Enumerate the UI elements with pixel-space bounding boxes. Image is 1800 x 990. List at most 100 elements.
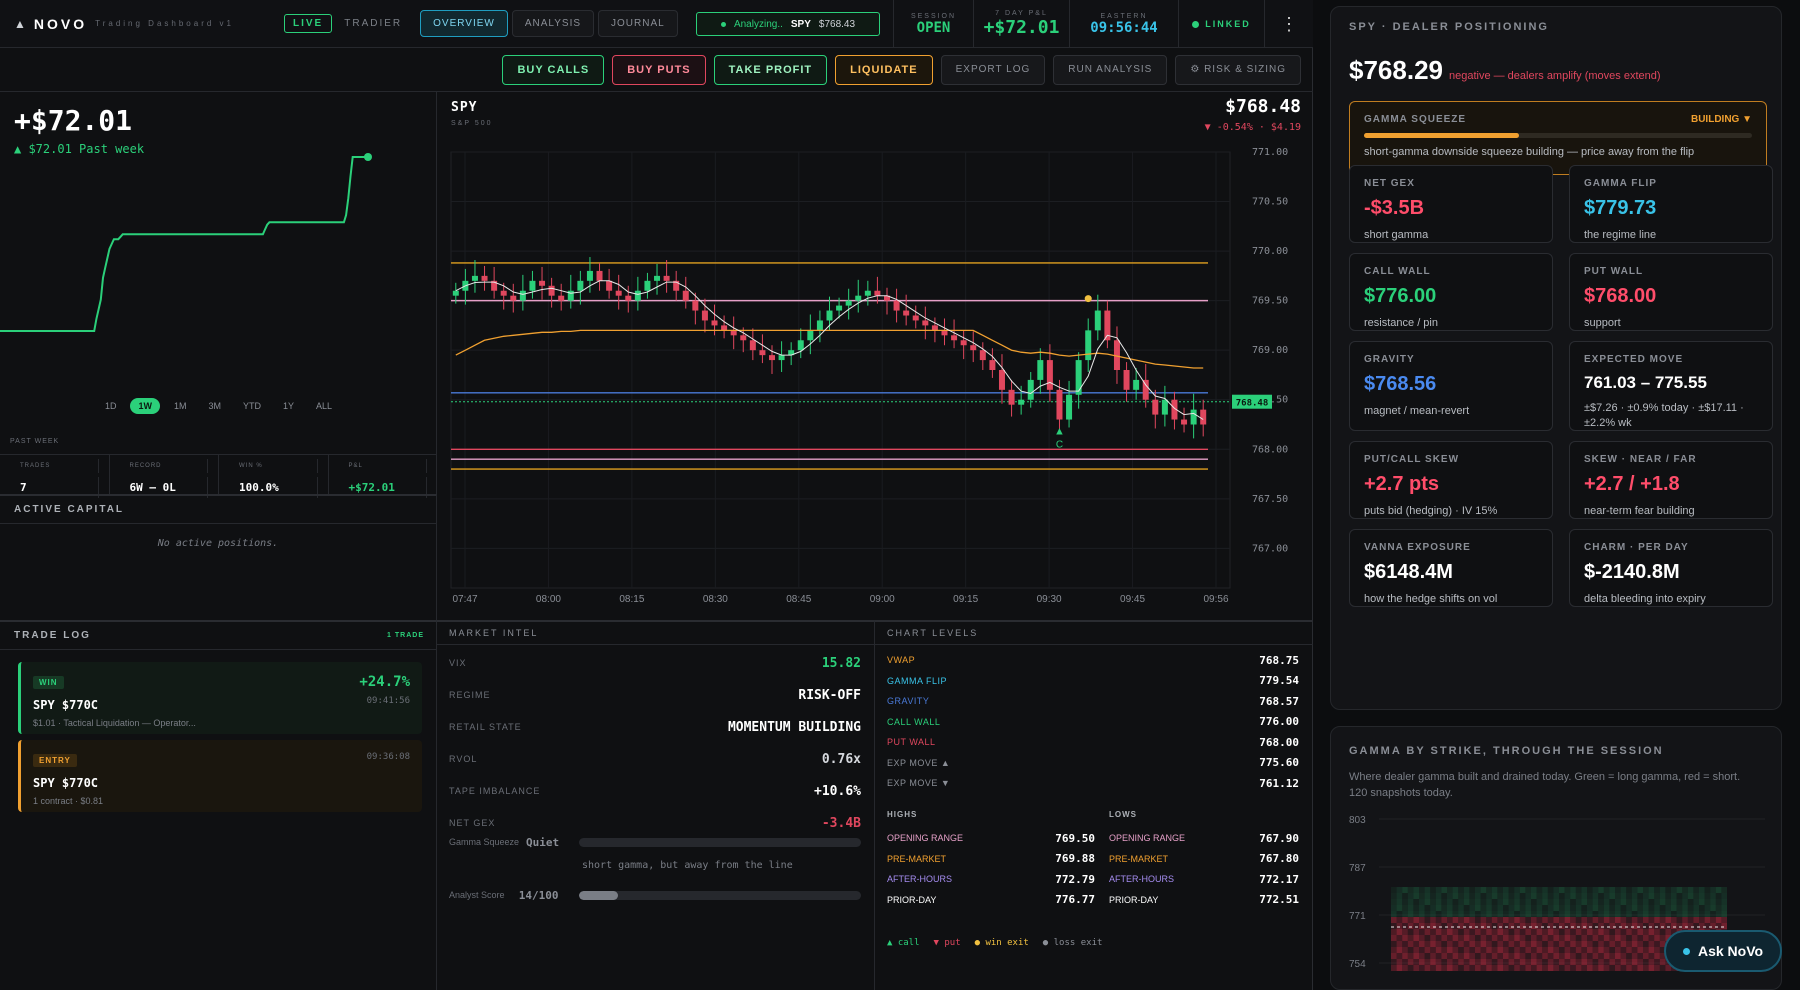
take-profit-button[interactable]: TAKE PROFIT <box>713 54 828 85</box>
heat-cell <box>1536 959 1543 965</box>
heat-cell <box>1458 887 1464 893</box>
dealer-price: $768.29 <box>1349 55 1443 85</box>
tab-overview[interactable]: OVERVIEW <box>420 10 508 37</box>
heat-cell <box>1559 923 1565 929</box>
heat-cell <box>1396 959 1403 965</box>
heat-cell <box>1648 893 1655 899</box>
heat-cell <box>1491 905 1498 911</box>
range-all-button[interactable]: ALL <box>308 398 340 414</box>
range-1m-button[interactable]: 1M <box>166 398 195 414</box>
heat-cell <box>1603 887 1610 893</box>
heat-cell <box>1525 941 1531 947</box>
x-tick-label: 08:45 <box>786 594 811 605</box>
heat-cell <box>1441 887 1447 893</box>
heat-cell <box>1419 911 1425 917</box>
tab-analysis[interactable]: ANALYSIS <box>511 10 595 37</box>
tab-journal[interactable]: JOURNAL <box>598 10 678 37</box>
heat-cell <box>1452 917 1459 923</box>
gamma-squeeze-row: Gamma Squeeze Quiet <box>449 827 861 857</box>
risk-sizing-button[interactable]: ⚙ RISK & SIZING <box>1175 54 1301 85</box>
candle-body <box>893 300 900 311</box>
heat-cell <box>1615 935 1621 941</box>
heat-cell <box>1654 917 1660 923</box>
heat-cell <box>1435 953 1442 959</box>
highs-row: PRE-MARKET 769.88 <box>887 849 1095 869</box>
export-log-button[interactable]: EXPORT LOG <box>940 54 1046 85</box>
heat-cell <box>1419 923 1425 929</box>
entry-chip: ENTRY <box>33 754 77 767</box>
range-ytd-button[interactable]: YTD <box>235 398 269 414</box>
trade-card-win[interactable]: WIN +24.7% 09:41:56 SPY $770C $1.01 · Ta… <box>18 662 422 734</box>
heat-cell <box>1514 947 1520 953</box>
heat-cell <box>1547 917 1554 923</box>
heat-cell <box>1508 911 1515 917</box>
candle-body <box>529 280 536 291</box>
heat-cell <box>1648 911 1655 917</box>
range-3m-button[interactable]: 3M <box>200 398 229 414</box>
buy-calls-button[interactable]: BUY CALLS <box>502 54 605 85</box>
level-value: 768.75 <box>1259 653 1299 667</box>
app-subtitle: Trading Dashboard v1 <box>95 19 234 28</box>
heat-cell <box>1564 947 1571 953</box>
heat-cell <box>1531 947 1537 953</box>
heat-cell <box>1430 899 1436 905</box>
heat-cell <box>1542 905 1548 911</box>
range-1y-button[interactable]: 1Y <box>275 398 302 414</box>
heat-cell <box>1687 899 1694 905</box>
candlestick-chart[interactable]: 771.00770.50770.00769.50769.00768.50768.… <box>437 140 1313 620</box>
level-value: 767.80 <box>1259 852 1299 865</box>
heat-cell <box>1391 941 1397 947</box>
candle-body <box>519 290 526 301</box>
liquidate-button[interactable]: LIQUIDATE <box>835 54 933 85</box>
heat-cell <box>1391 917 1397 923</box>
heat-cell <box>1519 899 1526 905</box>
range-1w-button[interactable]: 1W <box>130 398 160 414</box>
heat-cell <box>1435 935 1442 941</box>
heat-cell <box>1721 923 1727 929</box>
heat-cell <box>1463 905 1470 911</box>
top-bar: ▲ NOVO Trading Dashboard v1 LIVE TRADIER… <box>0 0 1313 48</box>
heat-cell <box>1402 887 1408 893</box>
heat-cell <box>1419 905 1425 911</box>
buy-puts-button[interactable]: BUY PUTS <box>612 54 706 85</box>
heat-cell <box>1704 917 1711 923</box>
heat-cell <box>1637 941 1643 947</box>
heat-cell <box>1514 935 1520 941</box>
trade-card-entry[interactable]: ENTRY 09:36:08 SPY $770C 1 contract · $0… <box>18 740 422 812</box>
heat-cell <box>1615 947 1621 953</box>
heat-cell <box>1581 941 1587 947</box>
heat-cell <box>1491 917 1498 923</box>
range-1d-button[interactable]: 1D <box>97 398 125 414</box>
menu-kebab-icon[interactable]: ⋮ <box>1264 0 1313 48</box>
heat-cell <box>1486 947 1492 953</box>
run-analysis-button[interactable]: RUN ANALYSIS <box>1053 54 1168 85</box>
heat-cell <box>1469 905 1475 911</box>
level-row: GRAVITY 768.57 <box>887 691 1299 711</box>
heat-cell <box>1508 935 1515 941</box>
analyzing-status[interactable]: Analyzing.. SPY $768.43 <box>696 12 880 36</box>
level-key: CALL WALL <box>887 716 941 727</box>
heat-cell <box>1407 905 1414 911</box>
heat-cell <box>1631 905 1638 911</box>
pnl7-stat: 7 DAY P&L +$72.01 <box>973 0 1069 48</box>
heat-cell <box>1419 899 1425 905</box>
metric-value: $6148.4M <box>1364 561 1453 583</box>
heat-cell <box>1469 941 1475 947</box>
heat-cell <box>1413 947 1419 953</box>
market-intel-title: MARKET INTEL <box>437 622 874 645</box>
heat-cell <box>1424 953 1431 959</box>
candle-body <box>836 305 843 311</box>
heat-cell <box>1441 905 1447 911</box>
level-value: 769.88 <box>1055 852 1095 865</box>
heat-cell <box>1519 959 1526 965</box>
trade-ticker: SPY $770C <box>33 698 99 712</box>
trade-ticker: SPY $770C <box>33 776 99 790</box>
heat-cell <box>1609 929 1615 935</box>
heat-cell <box>1458 923 1464 929</box>
trade-return: +24.7% <box>359 674 410 690</box>
ask-novo-button[interactable]: Ask NoVo <box>1664 930 1782 972</box>
heat-cell <box>1491 941 1498 947</box>
heat-cell <box>1682 893 1688 899</box>
heat-cell <box>1564 887 1571 893</box>
heat-cell <box>1564 899 1571 905</box>
